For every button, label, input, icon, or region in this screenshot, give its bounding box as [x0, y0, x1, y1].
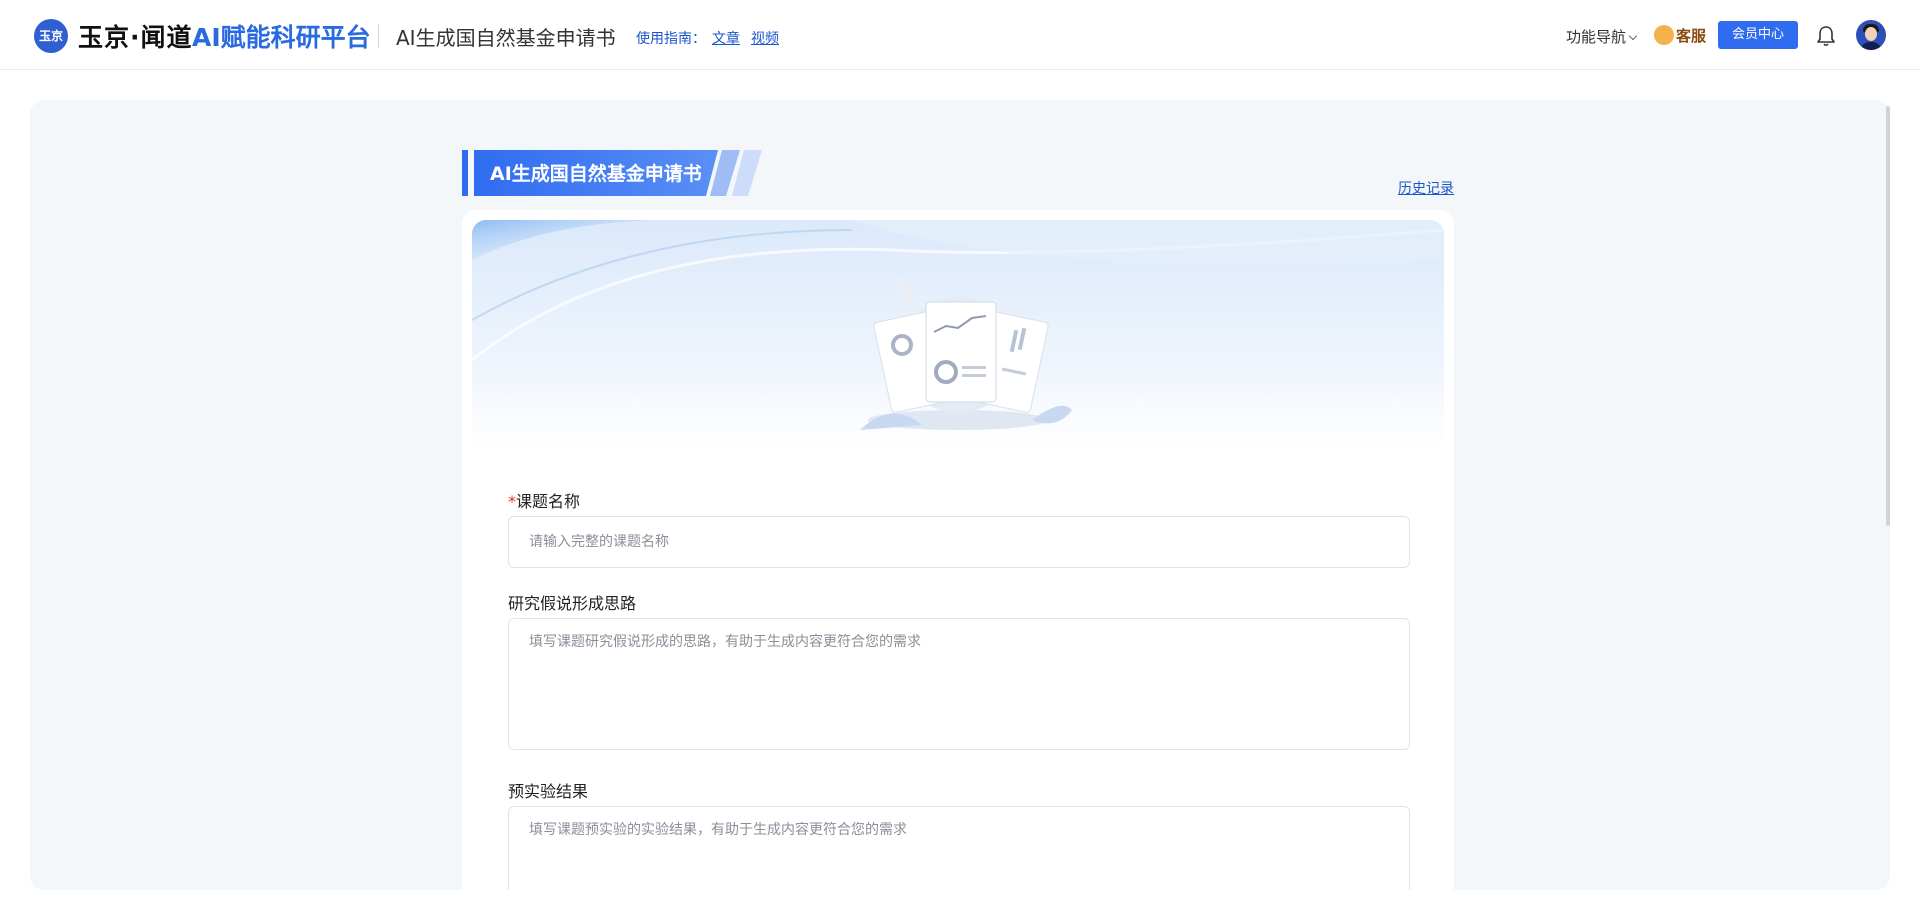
hypothesis-textarea[interactable] [509, 619, 1409, 749]
header-divider [378, 24, 379, 48]
logo-icon[interactable]: 玉京 [34, 19, 68, 53]
form-card: *课题名称 研究假说形成思路 预实验结果 [462, 210, 1454, 890]
headset-icon[interactable] [1654, 25, 1674, 45]
section-title: AI生成国自然基金申请书 [490, 162, 702, 185]
user-avatar[interactable] [1856, 20, 1886, 50]
guide-video-link[interactable]: 视频 [751, 28, 779, 48]
chevron-down-icon [1628, 31, 1638, 41]
pre-experiment-field [508, 806, 1410, 890]
required-mark: * [508, 492, 516, 511]
avatar-body [1860, 42, 1882, 50]
brand-name[interactable]: 玉京·闻道 [78, 18, 193, 54]
topic-name-label-text: 课题名称 [516, 492, 581, 511]
topic-name-input[interactable] [509, 517, 1409, 567]
pre-experiment-label: 预实验结果 [508, 782, 589, 801]
bell-icon[interactable] [1816, 24, 1836, 48]
hero-banner [472, 220, 1444, 450]
page-title: AI生成国自然基金申请书 [396, 26, 616, 50]
member-center-button[interactable]: 会员中心 [1718, 21, 1798, 49]
brand-tagline: AI赋能科研平台 [192, 23, 371, 52]
avatar-face [1865, 27, 1877, 41]
section-title-banner: AI生成国自然基金申请书 [462, 150, 762, 196]
hypothesis-field [508, 618, 1410, 750]
topic-name-field [508, 516, 1410, 568]
feature-nav-menu[interactable]: 功能导航 [1566, 26, 1638, 47]
top-header: 玉京 玉京·闻道 AI赋能科研平台 AI生成国自然基金申请书 使用指南： 文章 … [0, 0, 1920, 70]
feature-nav-label: 功能导航 [1566, 28, 1627, 46]
topic-name-label: *课题名称 [508, 488, 580, 512]
hypothesis-label: 研究假说形成思路 [508, 594, 637, 613]
pre-experiment-textarea[interactable] [509, 807, 1409, 890]
history-link[interactable]: 历史记录 [1398, 178, 1454, 198]
main-content: AI生成国自然基金申请书 历史记录 *课题名称 请输入完整的课题名称 研究假说形… [30, 100, 1890, 890]
page-scrollbar[interactable] [1886, 106, 1890, 526]
guide-article-link[interactable]: 文章 [712, 28, 740, 48]
customer-service-link[interactable]: 客服 [1676, 25, 1706, 46]
guide-label: 使用指南： [636, 31, 706, 47]
